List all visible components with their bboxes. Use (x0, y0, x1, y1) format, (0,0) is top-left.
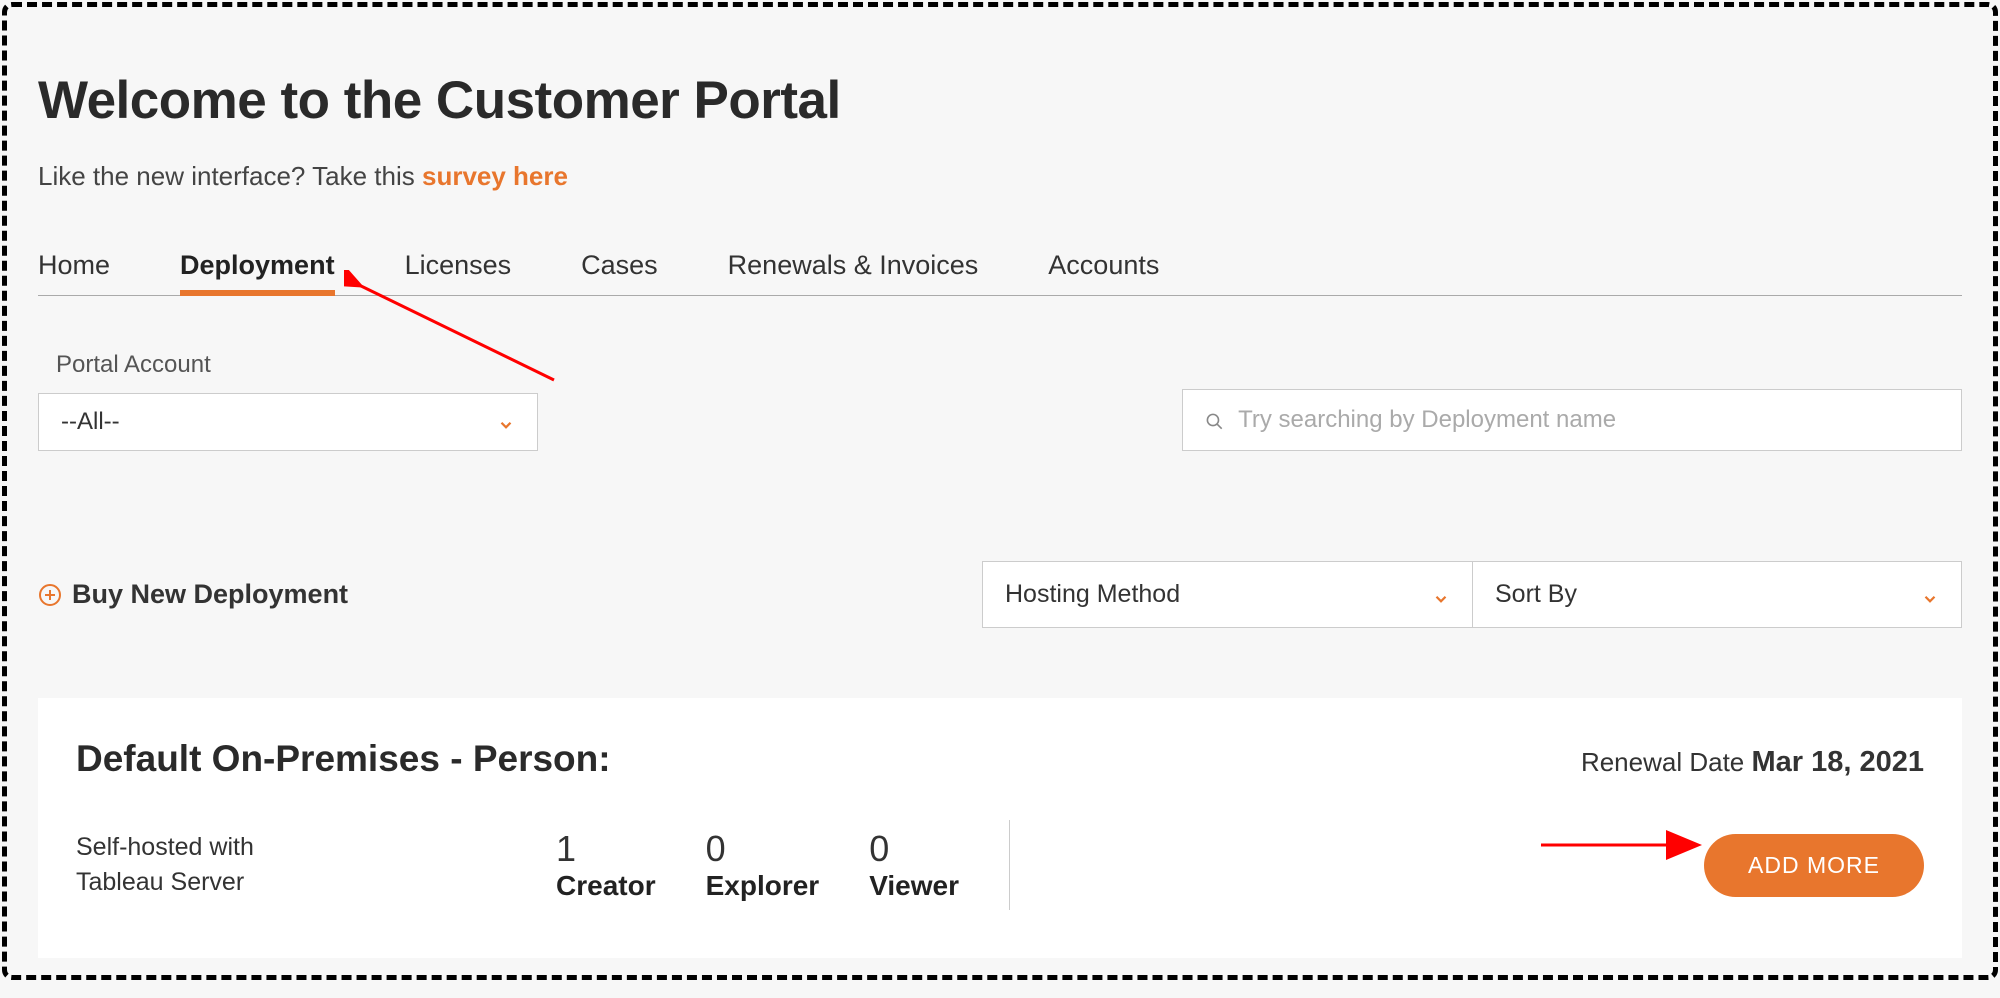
renewal-label: Renewal Date (1581, 747, 1752, 777)
creator-label: Creator (556, 870, 656, 902)
explorer-count: 0 (706, 828, 820, 870)
chevron-down-icon (1432, 586, 1450, 604)
renewal-date: Mar 18, 2021 (1751, 746, 1924, 778)
hosting-line1: Self-hosted with (76, 830, 556, 865)
deployment-card: Default On-Premises - Person: Renewal Da… (38, 698, 1962, 958)
search-icon (1205, 410, 1224, 430)
subtitle-text: Like the new interface? Take this (38, 161, 422, 191)
portal-account-select[interactable]: --All-- (38, 393, 538, 451)
tab-accounts[interactable]: Accounts (1048, 242, 1159, 295)
tab-cases[interactable]: Cases (581, 242, 658, 295)
add-more-button[interactable]: ADD MORE (1704, 834, 1924, 897)
stat-creator: 1 Creator (556, 828, 656, 902)
hosting-info: Self-hosted with Tableau Server (76, 830, 556, 900)
page-title: Welcome to the Customer Portal (38, 70, 1962, 131)
tab-home[interactable]: Home (38, 242, 110, 295)
portal-account-value: --All-- (61, 408, 120, 436)
chevron-down-icon (1921, 586, 1939, 604)
tabs-nav: Home Deployment Licenses Cases Renewals … (38, 242, 1962, 296)
subtitle: Like the new interface? Take this survey… (38, 161, 1962, 192)
explorer-label: Explorer (706, 870, 820, 902)
search-box[interactable] (1182, 389, 1962, 451)
viewer-count: 0 (869, 828, 959, 870)
sort-by-select[interactable]: Sort By (1472, 561, 1962, 628)
buy-new-label: Buy New Deployment (72, 579, 348, 610)
stat-viewer: 0 Viewer (869, 828, 959, 902)
plus-circle-icon (38, 583, 62, 607)
hosting-method-select[interactable]: Hosting Method (982, 561, 1472, 628)
hosting-method-label: Hosting Method (1005, 580, 1180, 609)
renewal-info: Renewal Date Mar 18, 2021 (1581, 746, 1924, 779)
sort-by-label: Sort By (1495, 580, 1577, 609)
tab-licenses[interactable]: Licenses (405, 242, 512, 295)
buy-new-deployment-link[interactable]: Buy New Deployment (38, 579, 348, 610)
creator-count: 1 (556, 828, 656, 870)
portal-account-label: Portal Account (56, 351, 538, 379)
chevron-down-icon (497, 413, 515, 431)
tab-deployment[interactable]: Deployment (180, 242, 335, 295)
divider (1009, 820, 1010, 910)
viewer-label: Viewer (869, 870, 959, 902)
tab-renewals[interactable]: Renewals & Invoices (728, 242, 979, 295)
stat-explorer: 0 Explorer (706, 828, 820, 902)
hosting-line2: Tableau Server (76, 865, 556, 900)
deployment-title: Default On-Premises - Person: (76, 738, 611, 780)
survey-link[interactable]: survey here (422, 161, 568, 191)
search-input[interactable] (1238, 406, 1939, 434)
